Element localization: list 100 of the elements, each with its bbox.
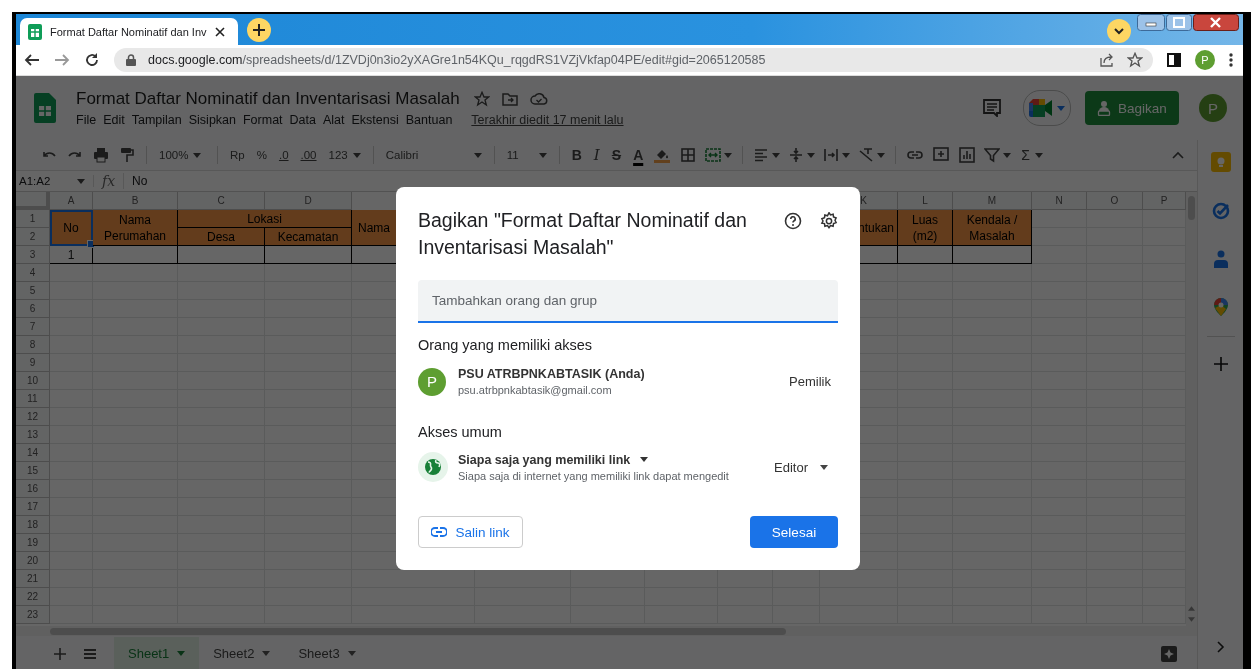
row-header[interactable]: 6 — [16, 300, 50, 318]
browser-tab[interactable]: Format Daftar Nominatif dan Inv — [20, 18, 238, 45]
functions-dropdown[interactable]: Σ — [1019, 144, 1045, 166]
user-avatar[interactable]: P — [1199, 94, 1227, 122]
print-icon[interactable] — [93, 147, 109, 163]
vertical-scrollbar[interactable] — [1186, 192, 1197, 626]
menu-item[interactable]: Data — [289, 113, 321, 127]
font-dropdown[interactable]: Calibri — [383, 144, 484, 166]
person-icon[interactable] — [1213, 250, 1228, 268]
side-panel-icon[interactable] — [1167, 53, 1181, 67]
formula-field[interactable]: No — [124, 174, 148, 188]
row-header[interactable]: 20 — [16, 552, 50, 570]
row-header[interactable]: 21 — [16, 570, 50, 588]
sheet-list-icon[interactable] — [84, 648, 96, 659]
row-header[interactable]: 5 — [16, 282, 50, 300]
meet-button[interactable] — [1023, 90, 1071, 126]
star-icon[interactable] — [1127, 52, 1143, 68]
chart-icon[interactable] — [959, 147, 976, 163]
text-wrap-icon[interactable] — [823, 147, 840, 163]
strikethrough-button[interactable]: S — [609, 144, 624, 166]
last-edit-link[interactable]: Terakhir diedit 17 menit lalu — [471, 113, 624, 127]
row-header[interactable]: 13 — [16, 426, 50, 444]
comment-add-icon[interactable] — [933, 147, 950, 163]
add-sheet-icon[interactable] — [54, 647, 66, 660]
close-icon[interactable] — [214, 26, 225, 37]
star-icon[interactable] — [473, 91, 490, 107]
align-left-icon[interactable] — [753, 147, 770, 163]
row-header[interactable]: 11 — [16, 390, 50, 408]
scrollbar-thumb[interactable] — [50, 627, 786, 635]
task-check-icon[interactable] — [1211, 202, 1230, 220]
row-header[interactable]: 15 — [16, 462, 50, 480]
reload-icon[interactable] — [84, 52, 100, 68]
percent-button[interactable]: % — [254, 144, 269, 166]
zoom-dropdown[interactable]: 100% — [157, 144, 207, 166]
menu-item[interactable]: Format — [243, 113, 288, 127]
scroll-down-icon[interactable] — [1188, 617, 1195, 622]
column-header[interactable]: B — [93, 192, 178, 210]
more-icon[interactable] — [1229, 53, 1233, 67]
paint-format-icon[interactable] — [119, 147, 135, 163]
decrease-decimal-button[interactable]: .0 — [276, 144, 291, 166]
spreadsheet-logo-icon[interactable] — [34, 93, 56, 123]
access-scope-dropdown[interactable]: Siapa saja yang memiliki link — [458, 452, 729, 467]
row-header[interactable]: 16 — [16, 480, 50, 498]
column-header[interactable]: C — [178, 192, 265, 210]
column-header[interactable]: A — [50, 192, 93, 210]
row-header[interactable]: 17 — [16, 498, 50, 516]
column-header[interactable]: D — [265, 192, 352, 210]
map-pin-icon[interactable] — [1213, 298, 1228, 316]
cloud-icon[interactable] — [529, 93, 548, 105]
plus-icon[interactable] — [1213, 357, 1228, 371]
text-rotate-icon[interactable] — [858, 147, 875, 163]
menu-item[interactable]: Sisipkan — [188, 113, 241, 127]
sheet-tab[interactable]: Sheet1 — [114, 637, 200, 669]
comment-icon[interactable] — [983, 99, 1001, 117]
column-header[interactable]: N — [1032, 192, 1087, 210]
menu-item[interactable]: Ekstensi — [351, 113, 404, 127]
menu-item[interactable]: Alat — [323, 113, 350, 127]
close-icon[interactable] — [1193, 14, 1239, 31]
back-icon[interactable] — [24, 52, 40, 68]
minimize-icon[interactable] — [1137, 14, 1165, 31]
profile-avatar[interactable]: P — [1195, 50, 1215, 70]
share-icon[interactable] — [1099, 52, 1115, 68]
row-header[interactable]: 8 — [16, 336, 50, 354]
row-header[interactable]: 12 — [16, 408, 50, 426]
bold-button[interactable]: B — [569, 144, 584, 166]
scroll-up-icon[interactable] — [1188, 606, 1195, 611]
row-header[interactable]: 23 — [16, 606, 50, 624]
vertical-align-icon[interactable] — [788, 147, 805, 163]
share-button[interactable]: Bagikan — [1085, 91, 1179, 125]
borders-icon[interactable] — [680, 147, 697, 163]
row-header[interactable]: 4 — [16, 264, 50, 282]
menu-item[interactable]: Edit — [103, 113, 130, 127]
text-color-button[interactable]: A — [631, 144, 646, 166]
number-format-dropdown[interactable]: 123 — [326, 144, 363, 166]
horizontal-scrollbar[interactable] — [16, 626, 1197, 636]
help-icon[interactable] — [784, 212, 802, 230]
chevron-down-icon[interactable] — [1107, 19, 1131, 43]
add-people-field[interactable]: Tambahkan orang dan grup — [418, 280, 838, 323]
currency-button[interactable]: Rp — [228, 144, 247, 166]
name-box[interactable]: A1:A2 — [16, 175, 94, 187]
maximize-icon[interactable] — [1166, 14, 1192, 31]
fill-color-icon[interactable] — [654, 147, 671, 163]
row-header[interactable]: 14 — [16, 444, 50, 462]
document-title[interactable]: Format Daftar Nominatif dan Inventarisasi Masalah — [76, 89, 460, 109]
row-header[interactable]: 3 — [16, 246, 50, 264]
column-header[interactable]: P — [1143, 192, 1186, 210]
menu-item[interactable]: File — [76, 113, 102, 127]
row-header[interactable]: 10 — [16, 372, 50, 390]
italic-button[interactable]: I — [591, 144, 602, 166]
menu-item[interactable]: Bantuan — [405, 113, 458, 127]
row-header[interactable]: 1 — [16, 210, 50, 228]
font-size-dropdown[interactable]: 11 — [504, 144, 549, 166]
role-dropdown[interactable]: Editor — [774, 459, 828, 475]
settings-icon[interactable] — [820, 212, 838, 230]
chevron-right-icon[interactable] — [1216, 641, 1225, 653]
menu-item[interactable]: Tampilan — [131, 113, 187, 127]
increase-decimal-button[interactable]: .00 — [298, 144, 319, 166]
sheet-tab[interactable]: Sheet3 — [284, 637, 370, 669]
copy-link-button[interactable]: Salin link — [418, 516, 523, 548]
done-button[interactable]: Selesai — [750, 516, 838, 548]
